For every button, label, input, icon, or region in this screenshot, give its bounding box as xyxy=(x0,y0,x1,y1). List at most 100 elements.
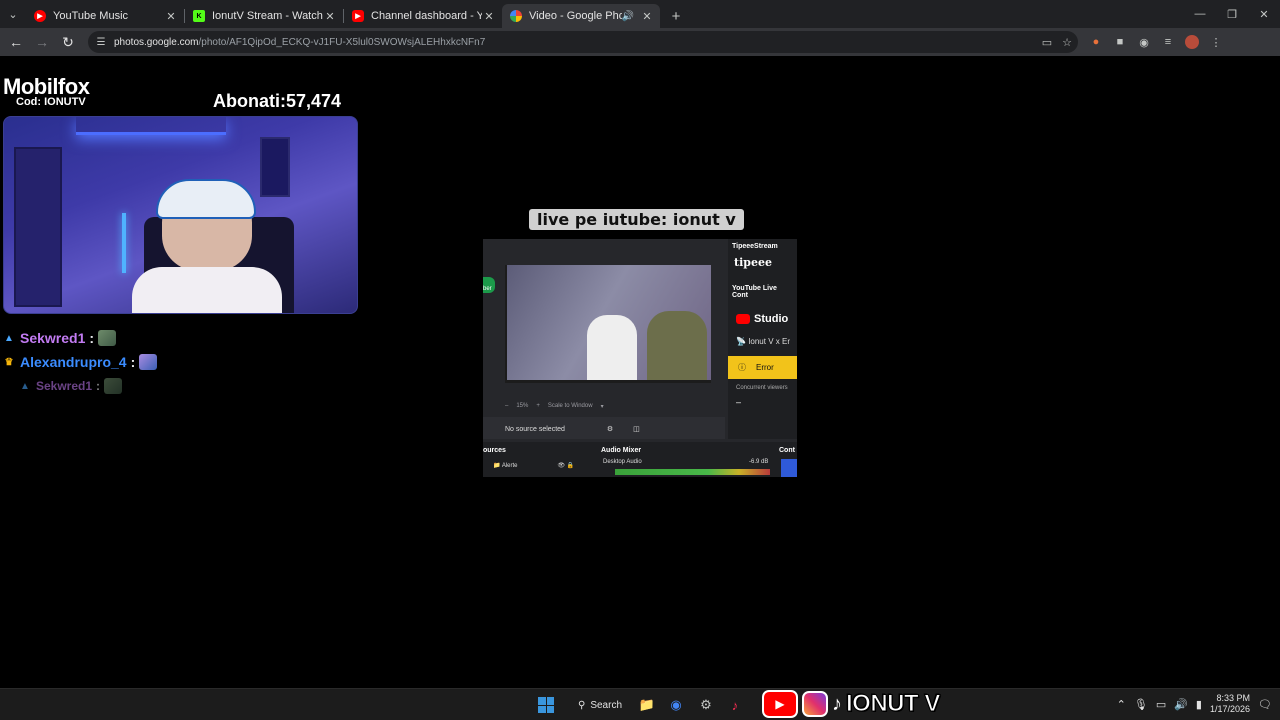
photo-video-viewer[interactable]: Mobilfox Cod: IONUTV Abonati:57,474 ▲ Se… xyxy=(0,56,1280,688)
gear-icon: ⚙ xyxy=(606,426,614,433)
zoom-out-icon: – xyxy=(505,403,509,409)
background-door xyxy=(14,147,62,307)
system-tray: ⌃ 🎙 ▭ 🔊 ▮ 8:33 PM 1/17/2026 🗨 xyxy=(1117,688,1280,720)
new-tab-button[interactable]: + xyxy=(664,4,688,28)
chat-username: Sekwred1 xyxy=(20,330,86,346)
tab-ionutv-stream[interactable]: K IonutV Stream - Watch Live on ✕ xyxy=(185,4,343,28)
brand-name: IONUT V xyxy=(846,690,941,718)
cast-icon[interactable]: ▭ xyxy=(1042,36,1052,49)
audio-meter xyxy=(615,469,770,475)
taskbar-search[interactable]: ⚲ Search xyxy=(568,694,630,716)
close-tab-icon[interactable]: ✕ xyxy=(164,10,178,23)
kick-icon: K xyxy=(193,10,205,22)
tipee-logo: tipeee xyxy=(734,256,772,269)
clock-time: 8:33 PM xyxy=(1216,693,1251,703)
chat-separator: : xyxy=(89,330,95,346)
volume-icon[interactable]: 🔊 xyxy=(1174,698,1188,711)
ceiling-light xyxy=(76,117,226,135)
tab-google-photos[interactable]: Video - Google Photos 🔊 ✕ xyxy=(502,4,660,28)
media-controls-icon[interactable]: ≡ xyxy=(1156,30,1180,54)
scale-dropdown-icon: ▾ xyxy=(600,404,604,410)
close-tab-icon[interactable]: ✕ xyxy=(640,10,654,23)
overlay-code-label: Cod: IONUTV xyxy=(16,96,86,108)
sources-title: ources xyxy=(483,447,506,454)
incognito-icon[interactable]: ◉ xyxy=(1132,30,1156,54)
tab-title: Video - Google Photos xyxy=(529,10,622,22)
chat-username: Alexandrupro_4 xyxy=(20,354,127,370)
studio-label: Studio xyxy=(754,313,789,325)
source-item: 📁 Alerte 👁 🔒 xyxy=(493,463,575,469)
window-controls: — ❐ ✕ xyxy=(1184,0,1280,28)
battery-icon[interactable]: ▮ xyxy=(1196,698,1202,711)
tab-channel-dashboard[interactable]: ▶ Channel dashboard - YouTube ✕ xyxy=(344,4,502,28)
tab-title: Channel dashboard - YouTube xyxy=(371,10,482,22)
extensions-puzzle-icon[interactable]: ■ xyxy=(1108,30,1132,54)
windows-start-icon[interactable] xyxy=(538,697,554,713)
notification-icon[interactable]: 🗨 xyxy=(1258,698,1272,711)
zoom-in-icon: + xyxy=(536,403,540,409)
chat-badge-icon: ▲ xyxy=(4,332,14,344)
restore-icon[interactable]: ❐ xyxy=(1216,0,1248,28)
subscribers-label: Abonati: xyxy=(213,91,286,111)
obs-zoom-bar: – 15% + Scale to Window ▾ xyxy=(505,403,715,410)
streamer-cap xyxy=(156,179,256,219)
tab-title: IonutV Stream - Watch Live on xyxy=(212,10,323,22)
chat-crown-badge-icon: ♛ xyxy=(4,356,14,368)
tiktok-logo-icon: ♪ xyxy=(832,692,842,715)
error-badge: ⓘ Error xyxy=(728,356,797,379)
clock[interactable]: 8:33 PM 1/17/2026 xyxy=(1210,693,1250,715)
chrome-icon[interactable]: ◉ xyxy=(667,696,685,714)
microphone-icon[interactable]: 🎙 xyxy=(1134,698,1148,711)
site-info-icon[interactable]: ☰ xyxy=(94,37,108,48)
subscribers-count: 57,474 xyxy=(285,91,342,111)
obs-screen-capture: ber – 15% + Scale to Window ▾ No source … xyxy=(483,239,797,477)
obs-docks: TipeeeStream tipeee YouTube Live Cont St… xyxy=(728,239,797,439)
source-item-label: Alerte xyxy=(501,463,518,469)
file-explorer-icon[interactable]: 📁 xyxy=(638,696,656,714)
background-frame xyxy=(260,137,290,197)
live-broadcast: 📡 Ionut V x Er xyxy=(736,337,790,346)
preview-person-2 xyxy=(647,311,707,380)
no-source-label: No source selected xyxy=(505,426,565,433)
tray-chevron-icon[interactable]: ⌃ xyxy=(1117,698,1126,711)
tiktok-app-icon[interactable]: ♪ xyxy=(726,696,744,714)
url-path: /photo/AF1QipOd_ECKQ-vJ1FU-X5lul0SWOWsjA… xyxy=(198,36,486,48)
browser-toolbar: ← → ↻ ☰ photos.google.com/photo/AF1QipOd… xyxy=(0,28,1280,56)
obs-preview-video xyxy=(507,265,711,380)
network-icon[interactable]: ▭ xyxy=(1156,698,1166,711)
chat-emote-icon xyxy=(98,330,117,346)
youtube-logo-icon: ▶ xyxy=(762,690,798,718)
instagram-logo-icon xyxy=(802,691,828,717)
minimize-icon[interactable]: — xyxy=(1184,0,1216,28)
tab-youtube-music[interactable]: ▶ YouTube Music ✕ xyxy=(26,4,184,28)
tab-search-chevron-icon[interactable]: ⌄ xyxy=(0,0,26,28)
speaker-icon[interactable]: 🔊 xyxy=(622,11,634,22)
menu-kebab-icon[interactable]: ⋮ xyxy=(1204,30,1228,54)
audio-mixer-title: Audio Mixer xyxy=(601,447,642,454)
live-title: Ionut V x Er xyxy=(748,337,790,346)
close-window-icon[interactable]: ✕ xyxy=(1248,0,1280,28)
chat-message: ▲ Sekwred1 : xyxy=(3,326,157,350)
app-icon[interactable]: ⚙ xyxy=(697,696,715,714)
preview-person-1 xyxy=(587,315,637,380)
chat-emote-icon xyxy=(104,378,123,394)
address-bar[interactable]: ☰ photos.google.com/photo/AF1QipOd_ECKQ-… xyxy=(88,31,1078,53)
obs-bottom-docks: ources 📁 Alerte 👁 🔒 Audio Mixer Desktop A… xyxy=(483,442,797,477)
lock-icon: 🔒 xyxy=(566,463,575,469)
profile-avatar[interactable] xyxy=(1180,30,1204,54)
bookmark-star-icon[interactable]: ☆ xyxy=(1062,36,1072,49)
concurrent-viewers-label: Concurrent viewers xyxy=(736,385,788,391)
tipee-dock-title: TipeeeStream xyxy=(732,243,778,250)
concurrent-viewers-value: – xyxy=(736,397,742,407)
search-label: Search xyxy=(590,699,623,711)
controls-title: Cont xyxy=(779,447,795,454)
url-host: photos.google.com xyxy=(114,36,199,48)
close-tab-icon[interactable]: ✕ xyxy=(482,10,496,23)
side-tab: ber xyxy=(483,277,495,293)
back-icon[interactable]: ← xyxy=(4,30,28,54)
youtube-logo-icon xyxy=(736,314,750,324)
forward-icon[interactable]: → xyxy=(30,30,54,54)
close-tab-icon[interactable]: ✕ xyxy=(323,10,337,23)
extension-orange-icon[interactable]: ● xyxy=(1084,30,1108,54)
reload-icon[interactable]: ↻ xyxy=(56,30,80,54)
